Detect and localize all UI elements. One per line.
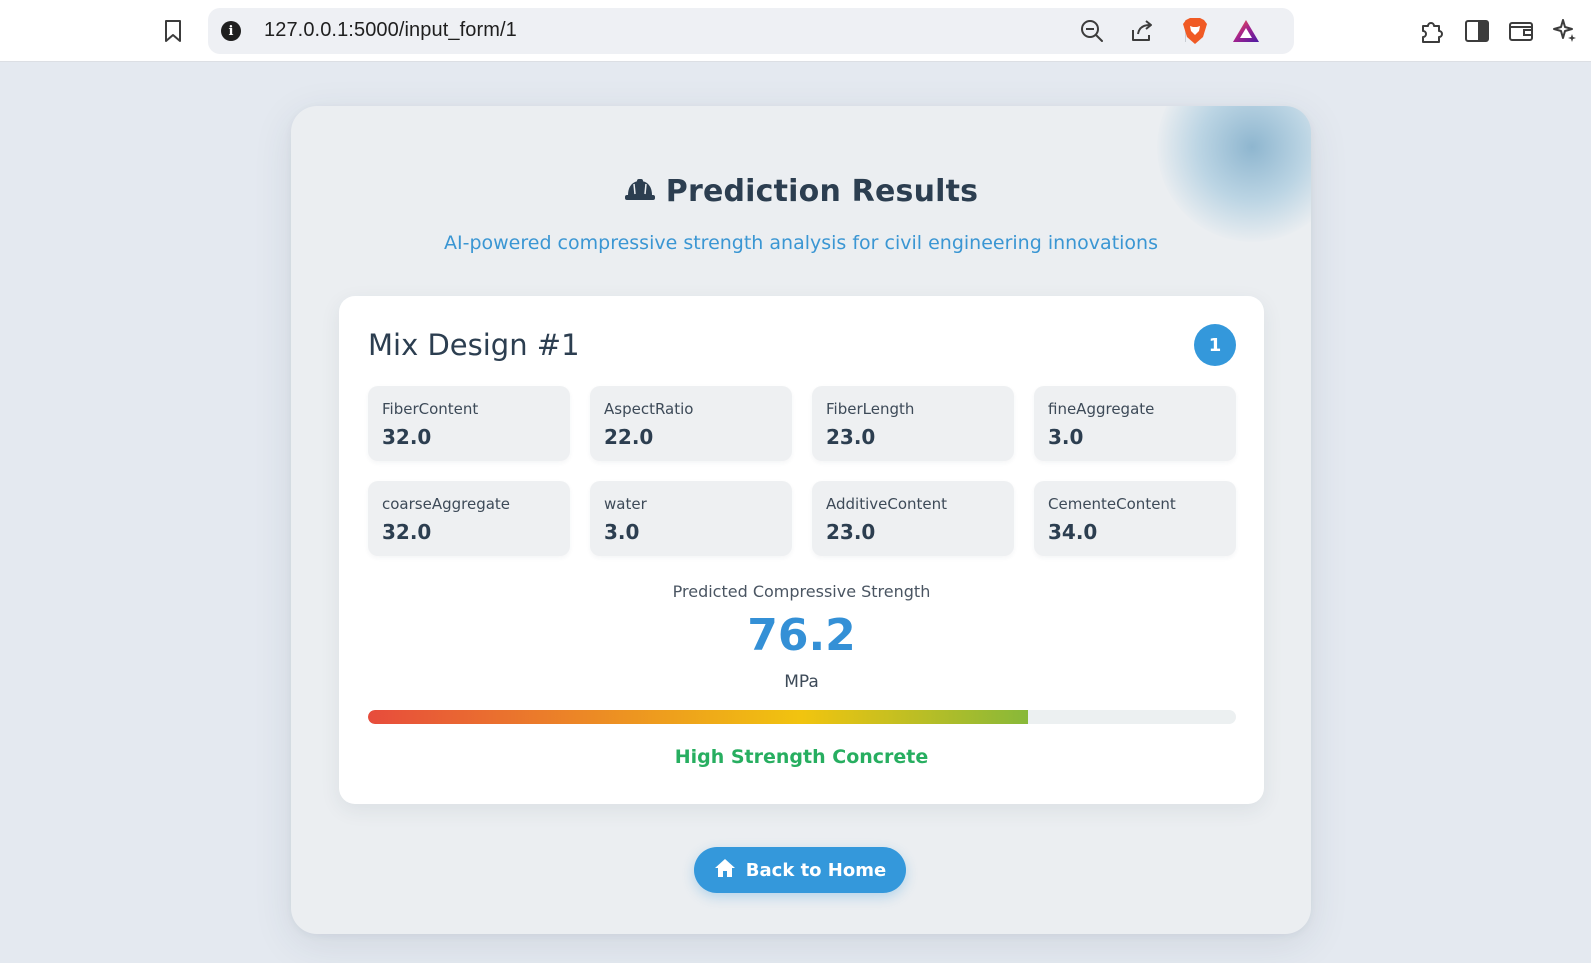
prediction-unit: MPa <box>784 672 819 692</box>
sidebar-toggle-icon[interactable] <box>1462 16 1492 46</box>
browser-toolbar: i 127.0.0.1:5000/input_form/1 <box>0 0 1591 62</box>
share-icon[interactable] <box>1128 17 1156 45</box>
param-label: CementeContent <box>1048 495 1176 513</box>
leo-ai-icon[interactable] <box>1550 16 1580 46</box>
param-value: 22.0 <box>604 425 654 449</box>
prediction-label: Predicted Compressive Strength <box>672 582 931 601</box>
url-text[interactable]: 127.0.0.1:5000/input_form/1 <box>264 19 517 42</box>
param-fine-aggregate: fineAggregate 3.0 <box>1034 386 1236 461</box>
extensions-icon[interactable] <box>1417 16 1447 46</box>
wallet-icon[interactable] <box>1506 16 1536 46</box>
param-water: water 3.0 <box>590 481 792 556</box>
param-value: 34.0 <box>1048 520 1098 544</box>
zoom-out-icon[interactable] <box>1078 17 1106 45</box>
back-to-home-button[interactable]: Back to Home <box>694 847 906 893</box>
mix-number-badge: 1 <box>1194 324 1236 366</box>
bookmark-icon[interactable] <box>158 16 188 46</box>
helmet-icon <box>624 176 656 211</box>
strength-bar <box>368 710 1236 724</box>
parameter-grid: FiberContent 32.0 AspectRatio 22.0 Fiber… <box>368 386 1236 556</box>
results-container: Prediction Results AI-powered compressiv… <box>291 106 1311 934</box>
param-label: fineAggregate <box>1048 400 1155 418</box>
param-coarse-aggregate: coarseAggregate 32.0 <box>368 481 570 556</box>
param-label: AdditiveContent <box>826 495 948 513</box>
page-title-text: Prediction Results <box>665 174 979 209</box>
home-icon <box>714 858 736 883</box>
param-label: FiberContent <box>382 400 479 418</box>
mix-design-title: Mix Design #1 <box>368 328 580 362</box>
param-additive-content: AdditiveContent 23.0 <box>812 481 1014 556</box>
brave-rewards-icon[interactable] <box>1232 17 1260 45</box>
param-value: 23.0 <box>826 425 876 449</box>
param-value: 3.0 <box>1048 425 1084 449</box>
back-to-home-label: Back to Home <box>745 859 887 881</box>
param-aspect-ratio: AspectRatio 22.0 <box>590 386 792 461</box>
param-label: water <box>604 495 647 513</box>
param-label: FiberLength <box>826 400 915 418</box>
address-bar[interactable]: i 127.0.0.1:5000/input_form/1 <box>208 8 1294 54</box>
page-subtitle: AI-powered compressive strength analysis… <box>444 232 1158 254</box>
param-value: 23.0 <box>826 520 876 544</box>
param-label: coarseAggregate <box>382 495 511 513</box>
param-cement-content: CementeContent 34.0 <box>1034 481 1236 556</box>
param-value: 3.0 <box>604 520 640 544</box>
prediction-value: 76.2 <box>747 610 856 661</box>
param-label: AspectRatio <box>604 400 694 418</box>
param-value: 32.0 <box>382 520 432 544</box>
mix-design-card: Mix Design #1 1 FiberContent 32.0 Aspect… <box>339 296 1264 804</box>
param-value: 32.0 <box>382 425 432 449</box>
param-fiber-content: FiberContent 32.0 <box>368 386 570 461</box>
page-title: Prediction Results <box>291 174 1311 211</box>
param-fiber-length: FiberLength 23.0 <box>812 386 1014 461</box>
brave-shields-icon[interactable] <box>1181 17 1209 45</box>
strength-bar-fill <box>368 710 1028 724</box>
site-info-icon[interactable]: i <box>221 21 241 41</box>
strength-category: High Strength Concrete <box>674 746 929 768</box>
